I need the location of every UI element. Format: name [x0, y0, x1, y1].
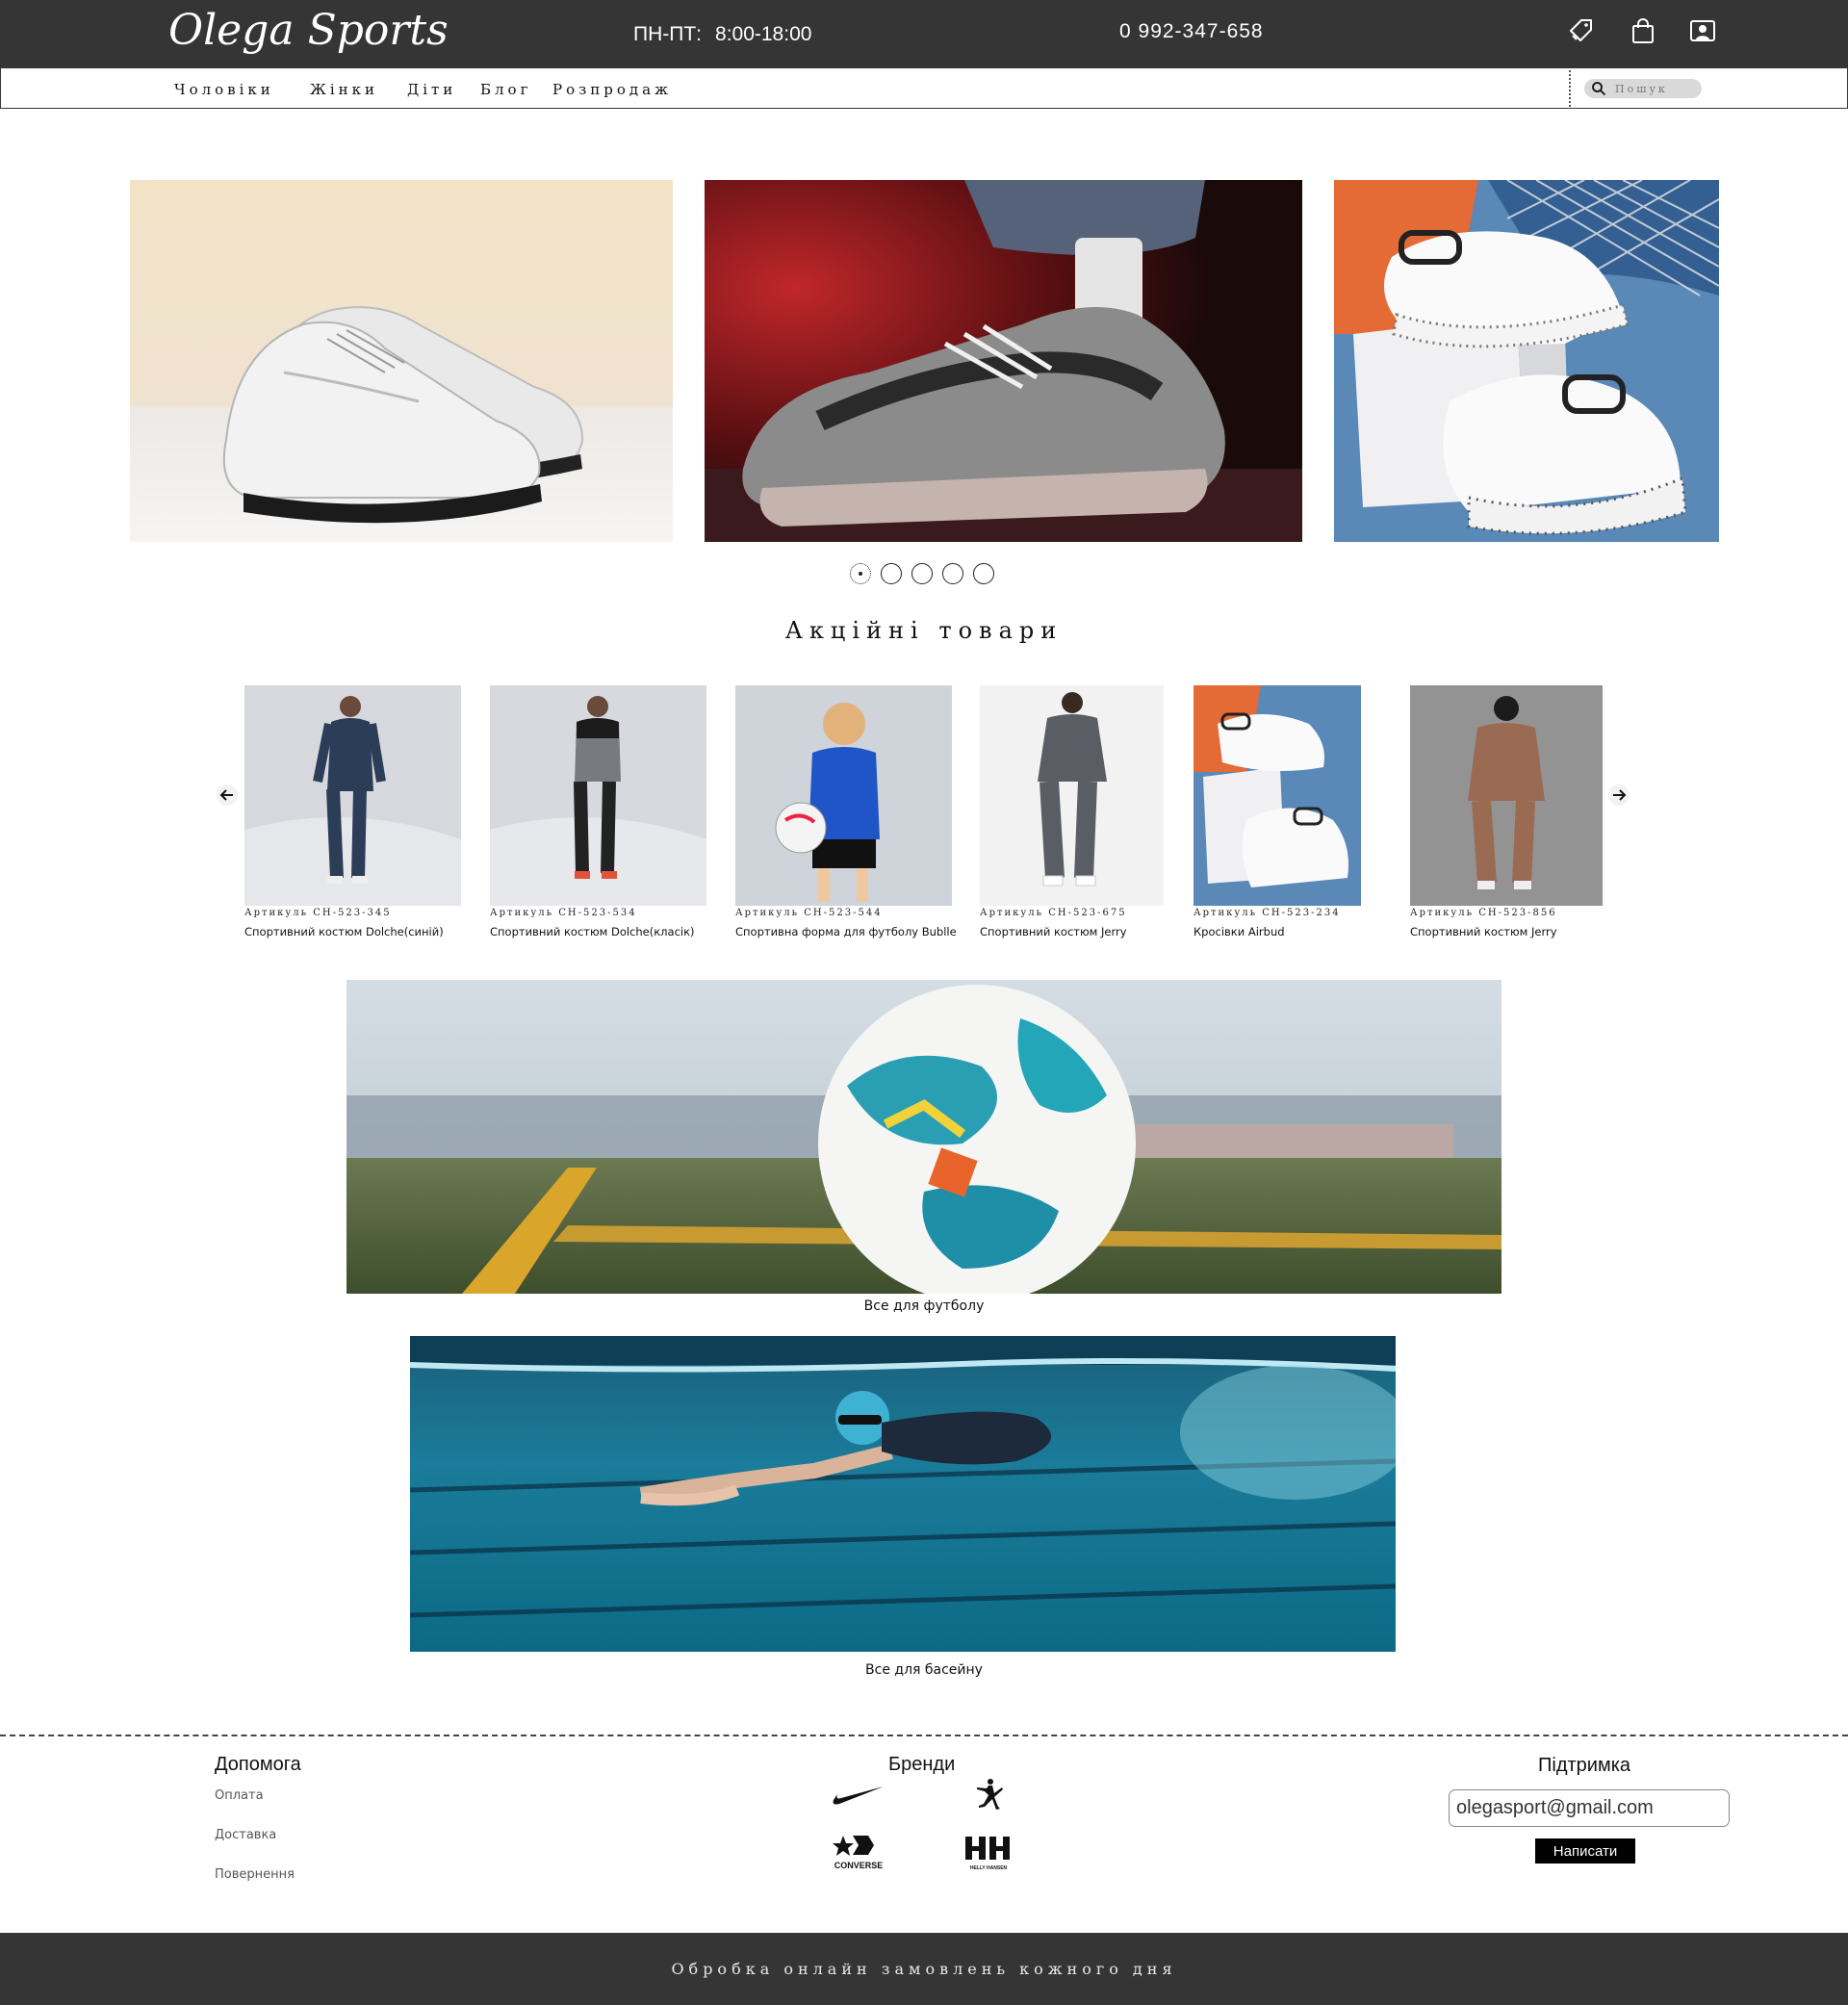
shopping-bag-icon[interactable] [1629, 16, 1657, 45]
product-sku: Артикуль CH-523-544 [735, 908, 883, 918]
slider-dot-3[interactable] [911, 563, 933, 584]
helly-hansen-logo-text: HELLY HANSEN [970, 1865, 1008, 1871]
product-sku: Артикуль CH-523-345 [244, 908, 392, 918]
product-image[interactable] [244, 685, 461, 906]
working-hours-time: 8:00-18:00 [715, 23, 812, 45]
slider-dot-4[interactable] [942, 563, 963, 584]
carousel-prev-arrow-icon[interactable] [216, 784, 239, 807]
product-name[interactable]: Спортивна форма для футболу Bublle [735, 925, 957, 938]
search-input[interactable] [1615, 81, 1697, 96]
nav-divider [1569, 70, 1571, 107]
product-name[interactable]: Спортивний костюм Jerry [1410, 925, 1557, 938]
pool-banner-image[interactable] [410, 1336, 1396, 1652]
converse-logo[interactable]: CONVERSE [830, 1832, 887, 1872]
converse-logo-text: CONVERSE [834, 1861, 884, 1870]
phone-number[interactable]: 0 992-347-658 [1119, 20, 1264, 43]
working-hours-days: ПН-ПТ: [633, 23, 703, 45]
slider-dot-1[interactable] [850, 563, 871, 584]
top-header-bar: Olega Sports ПН-ПТ: 8:00-18:00 0 992-347-… [0, 0, 1848, 67]
product-image[interactable] [735, 685, 952, 906]
product-name[interactable]: Кросівки Airbud [1194, 925, 1285, 938]
footer-divider [0, 1735, 1848, 1736]
hero-slide-runner-sneakers[interactable] [705, 180, 1302, 542]
product-name[interactable]: Спортивний костюм Dolche(класік) [490, 925, 695, 938]
product-sku: Артикуль CH-523-234 [1194, 908, 1341, 918]
football-banner-caption[interactable]: Все для футболу [0, 1298, 1848, 1314]
product-image[interactable] [1194, 685, 1361, 906]
nav-item-kids[interactable]: Діти [407, 81, 456, 98]
footer-bottom-text: Обробка онлайн замовлень кожного дня [671, 1960, 1177, 1978]
nav-item-women[interactable]: Жінки [310, 81, 378, 98]
working-hours: ПН-ПТ: 8:00-18:00 [633, 23, 811, 46]
tag-icon[interactable] [1567, 16, 1596, 45]
pool-banner-caption[interactable]: Все для басейну [0, 1662, 1848, 1678]
support-heading: Підтримка [1538, 1755, 1631, 1776]
help-link-returns[interactable]: Повернення [215, 1867, 295, 1882]
help-link-delivery[interactable]: Доставка [215, 1828, 276, 1842]
hero-slide-white-sneaker[interactable] [130, 180, 673, 542]
main-navigation: Чоловіки Жінки Діти Блог Розпродаж [0, 67, 1848, 109]
product-sku: Артикуль CH-523-675 [980, 908, 1127, 918]
product-image[interactable] [980, 685, 1164, 906]
product-sku: Артикуль CH-523-856 [1410, 908, 1557, 918]
nav-item-men[interactable]: Чоловіки [174, 81, 274, 98]
product-name[interactable]: Спортивний костюм Dolche(синій) [244, 925, 444, 938]
product-image[interactable] [1410, 685, 1603, 906]
slider-dot-5[interactable] [973, 563, 994, 584]
product-sku: Артикуль CH-523-534 [490, 908, 637, 918]
product-image[interactable] [490, 685, 706, 906]
send-message-button[interactable]: Написати [1535, 1838, 1635, 1864]
nike-logo-icon[interactable] [832, 1781, 886, 1806]
promo-section-title: Акційні товари [784, 617, 1064, 644]
support-email-field[interactable] [1449, 1789, 1730, 1827]
jordan-logo-icon[interactable] [971, 1778, 1006, 1811]
site-logo[interactable]: Olega Sports [168, 6, 449, 55]
help-heading: Допомога [215, 1754, 301, 1775]
nav-item-sale[interactable]: Розпродаж [552, 81, 672, 98]
hero-slide-chunky-sneakers[interactable] [1334, 180, 1719, 542]
product-name[interactable]: Спортивний костюм Jerry [980, 925, 1127, 938]
carousel-next-arrow-icon[interactable] [1607, 784, 1630, 807]
footer-bottom-bar: Обробка онлайн замовлень кожного дня [0, 1933, 1848, 2005]
search-box [1584, 79, 1702, 98]
nav-item-blog[interactable]: Блог [480, 81, 531, 98]
helly-hansen-logo[interactable]: HELLY HANSEN [962, 1833, 1014, 1873]
user-account-icon[interactable] [1688, 16, 1717, 45]
brands-heading: Бренди [888, 1754, 956, 1775]
search-icon[interactable] [1591, 81, 1606, 96]
help-link-payment[interactable]: Оплата [215, 1788, 264, 1803]
football-banner-image[interactable] [346, 980, 1502, 1294]
slider-dot-2[interactable] [881, 563, 902, 584]
